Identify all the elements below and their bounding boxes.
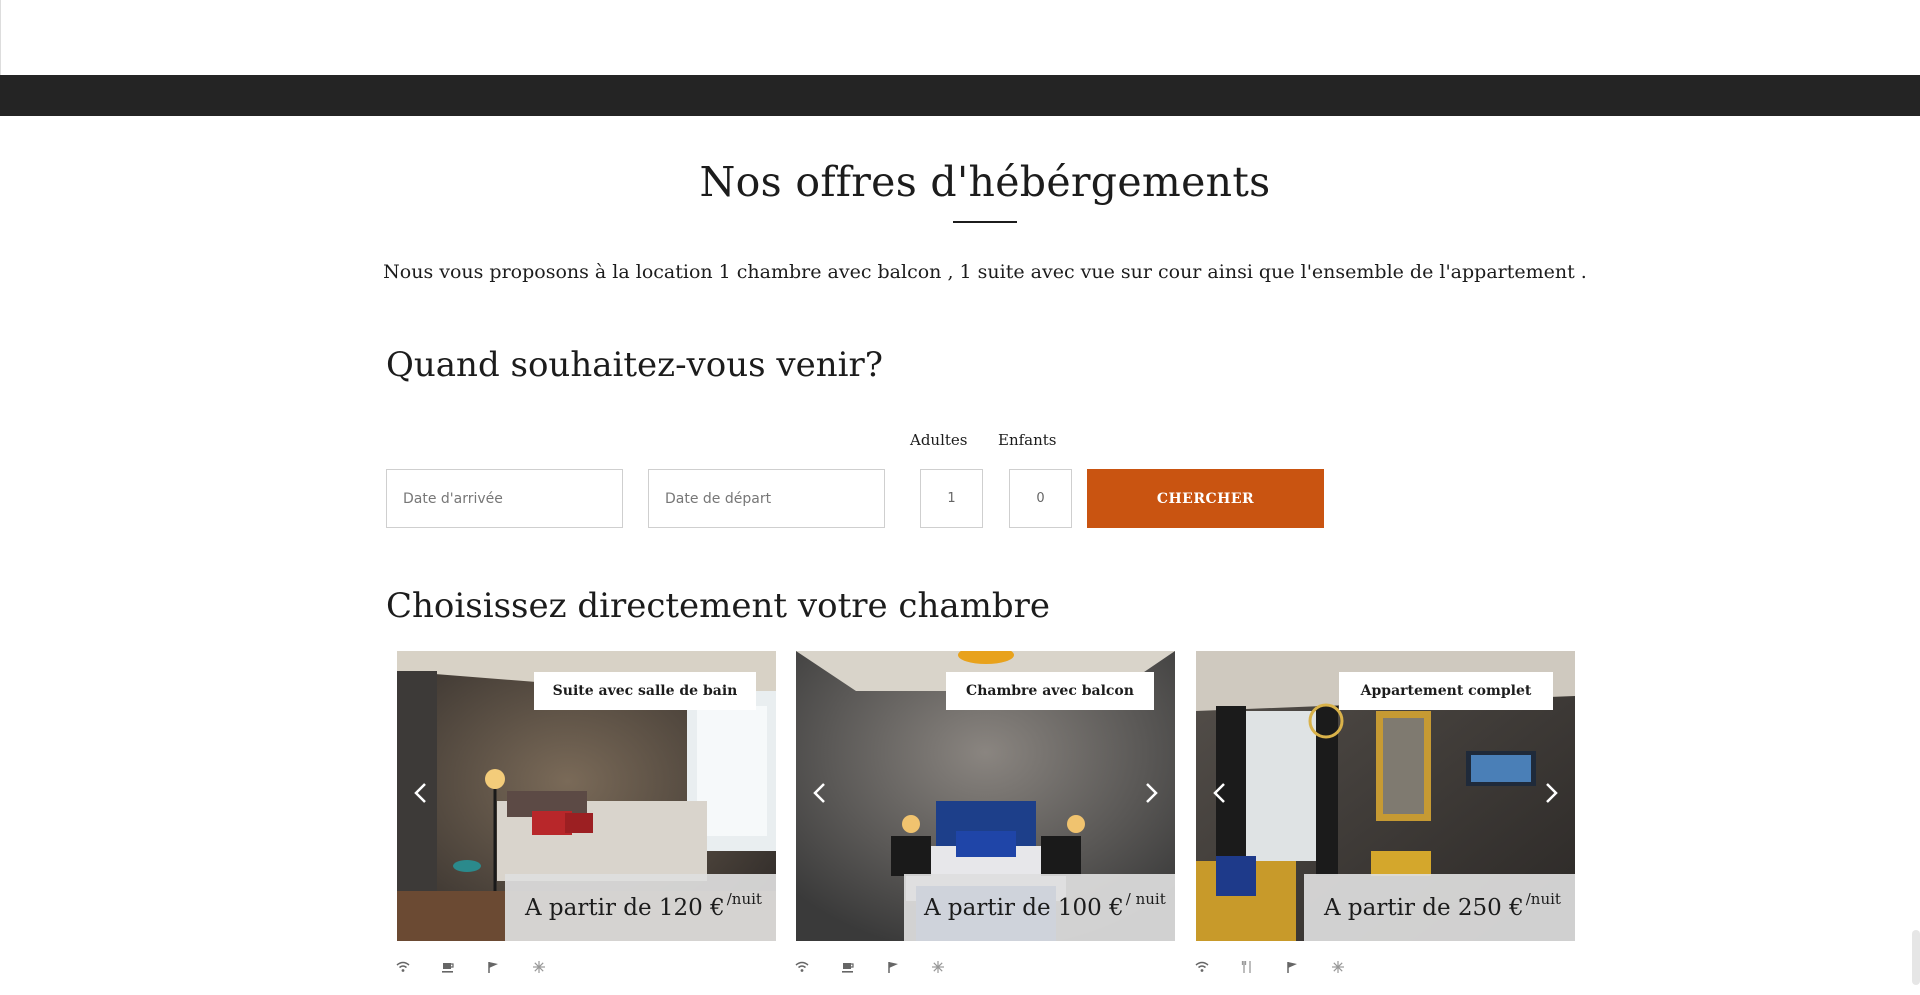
children-label: Enfants — [998, 431, 1057, 449]
room-price-balcon: A partir de 100 € / nuit — [904, 874, 1175, 941]
flag-icon — [1287, 962, 1297, 973]
price-unit: /nuit — [1525, 889, 1561, 908]
adults-label: Adultes — [910, 431, 968, 449]
room-card-suite[interactable]: Suite avec salle de bain A partir de 120… — [397, 651, 776, 941]
coffee-icon — [442, 963, 454, 973]
section-title: Nos offres d'hébérgements — [699, 158, 1271, 206]
title-divider — [953, 221, 1017, 223]
room-card-appartement[interactable]: Appartement complet A partir de 250 €/nu… — [1196, 651, 1575, 941]
wifi-icon — [1195, 961, 1209, 972]
cutlery-icon — [1241, 961, 1251, 973]
arrival-date-input[interactable]: Date d'arrivée — [386, 469, 623, 528]
room-tag-appartement: Appartement complet — [1339, 672, 1553, 710]
coffee-icon — [842, 963, 854, 973]
section-intro: Nous vous proposons à la location 1 cham… — [383, 261, 1587, 283]
snowflake-icon — [533, 961, 545, 973]
adults-input[interactable]: 1 — [920, 469, 983, 528]
chevron-left-icon[interactable] — [808, 781, 832, 805]
chevron-left-icon[interactable] — [409, 781, 433, 805]
price-unit: /nuit — [726, 889, 762, 908]
chevron-right-icon[interactable] — [1539, 781, 1563, 805]
chevron-left-icon[interactable] — [1208, 781, 1232, 805]
search-button[interactable]: CHERCHER — [1087, 469, 1324, 528]
flag-icon — [888, 962, 898, 973]
wifi-icon — [396, 961, 410, 972]
room-price-suite: A partir de 120 €/nuit — [505, 874, 776, 941]
room-card-balcon[interactable]: Chambre avec balcon A partir de 100 € / n… — [796, 651, 1175, 941]
room-tag-balcon: Chambre avec balcon — [946, 672, 1154, 710]
room-tag-suite: Suite avec salle de bain — [534, 672, 756, 710]
snowflake-icon — [932, 961, 944, 973]
price-text: A partir de 100 € — [924, 894, 1124, 921]
chevron-right-icon[interactable] — [1139, 781, 1163, 805]
departure-date-input[interactable]: Date de départ — [648, 469, 885, 528]
room-price-appartement: A partir de 250 €/nuit — [1304, 874, 1575, 941]
page-top-area — [0, 0, 1920, 75]
wifi-icon — [795, 961, 809, 972]
price-text: A partir de 120 € — [525, 894, 725, 921]
snowflake-icon — [1332, 961, 1344, 973]
scrollbar-thumb[interactable] — [1912, 930, 1920, 985]
price-unit: / nuit — [1125, 889, 1166, 908]
flag-icon — [488, 962, 498, 973]
rooms-title: Choisissez directement votre chambre — [386, 586, 1050, 626]
price-text: A partir de 250 € — [1324, 894, 1524, 921]
booking-title: Quand souhaitez-vous venir? — [386, 345, 883, 385]
navigation-bar — [0, 75, 1920, 116]
children-input[interactable]: 0 — [1009, 469, 1072, 528]
